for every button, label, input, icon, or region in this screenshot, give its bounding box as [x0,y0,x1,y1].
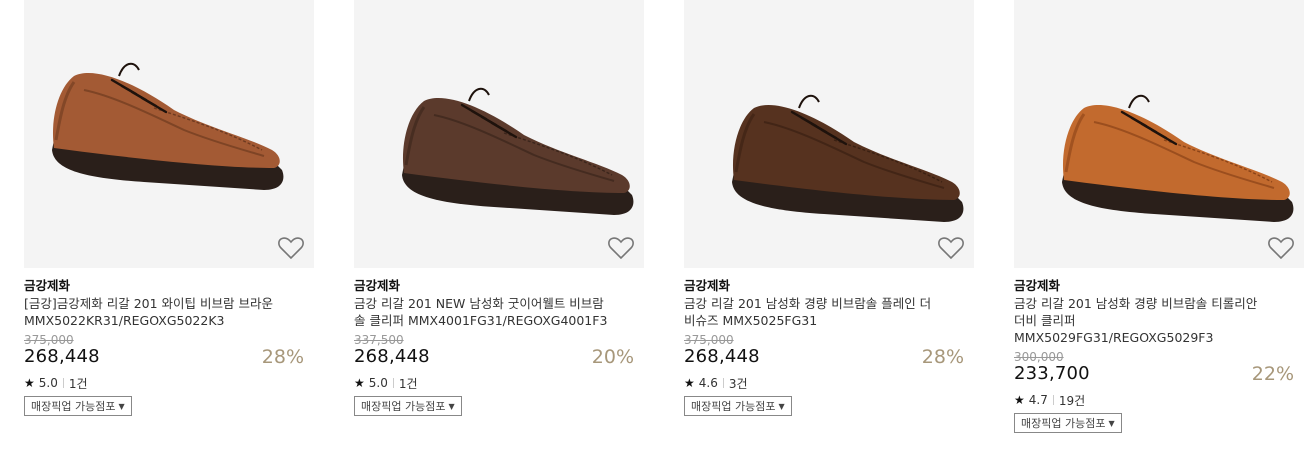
product-name-line: MMX5029FG31/REGOXG5029F3 [1014,330,1214,345]
product-name-line: 더비 클리퍼 [1014,313,1076,328]
product-card[interactable]: 금강제화 [금강]금강제화 리갈 201 와이팁 비브람 브라운 MMX5022… [24,0,314,416]
store-pickup-label: 매장픽업 가능점포 [691,400,776,413]
divider [392,378,394,388]
divider [62,378,64,388]
original-price: 375,000 [24,333,74,347]
price-block: 375,000 268,448 28% [24,333,314,367]
product-name-line: 금강 리갈 201 NEW 남성화 굿이어웰트 비브람 [354,296,604,311]
product-name-line: 솔 클리퍼 MMX4001FG31/REGOXG4001F3 [354,313,608,328]
original-price: 337,500 [354,333,404,347]
price-block: 337,500 268,448 20% [354,333,644,367]
rating-row: ★ 5.0 1건 [354,375,644,391]
original-price: 300,000 [1014,350,1064,364]
product-name-line: 금강 리갈 201 남성화 경량 비브람솔 플레인 더 [684,296,932,311]
product-name[interactable]: 금강 리갈 201 남성화 경량 비브람솔 플레인 더 비슈즈 MMX5025F… [684,295,974,329]
caret-down-icon: ▼ [118,401,125,411]
brand-name: 금강제화 [354,278,401,293]
caret-down-icon: ▼ [778,401,785,411]
star-icon: ★ [1014,393,1025,407]
discount-rate: 20% [591,346,634,368]
wishlist-heart-icon[interactable] [938,236,964,260]
review-count: 1건 [68,376,88,391]
store-pickup-dropdown[interactable]: 매장픽업 가능점포 ▼ [24,396,132,416]
rating-value: 5.0 [38,376,58,390]
divider [1052,395,1054,405]
discount-rate: 22% [1251,363,1294,385]
discount-rate: 28% [921,346,964,368]
product-name[interactable]: [금강]금강제화 리갈 201 와이팁 비브람 브라운 MMX5022KR31/… [24,295,314,329]
product-image[interactable] [354,0,644,268]
brand-name: 금강제화 [684,278,731,293]
rating-row: ★ 4.7 19건 [1014,392,1304,408]
product-image[interactable] [684,0,974,268]
price-block: 375,000 268,448 28% [684,333,974,367]
product-card[interactable]: 금강제화 금강 리갈 201 남성화 경량 비브람솔 플레인 더 비슈즈 MMX… [684,0,974,416]
store-pickup-dropdown[interactable]: 매장픽업 가능점포 ▼ [354,396,462,416]
star-icon: ★ [684,376,695,390]
product-name[interactable]: 금강 리갈 201 남성화 경량 비브람솔 티롤리안 더비 클리퍼 MMX502… [1014,295,1304,346]
product-card[interactable]: 금강제화 금강 리갈 201 NEW 남성화 굿이어웰트 비브람 솔 클리퍼 M… [354,0,644,416]
caret-down-icon: ▼ [448,401,455,411]
review-count: 1건 [398,376,418,391]
shoe-image [402,87,634,215]
product-name[interactable]: 금강 리갈 201 NEW 남성화 굿이어웰트 비브람 솔 클리퍼 MMX400… [354,295,644,329]
product-card[interactable]: 금강제화 금강 리갈 201 남성화 경량 비브람솔 티롤리안 더비 클리퍼 M… [1014,0,1304,433]
store-pickup-label: 매장픽업 가능점포 [31,400,116,413]
product-image[interactable] [1014,0,1304,268]
product-grid: 금강제화 [금강]금강제화 리갈 201 와이팁 비브람 브라운 MMX5022… [0,0,1308,453]
price-block: 300,000 233,700 22% [1014,350,1304,384]
store-pickup-label: 매장픽업 가능점포 [1021,417,1106,430]
brand-name: 금강제화 [24,278,71,293]
star-icon: ★ [24,376,35,390]
star-icon: ★ [354,376,365,390]
caret-down-icon: ▼ [1108,418,1115,428]
review-count: 19건 [1058,393,1086,408]
wishlist-heart-icon[interactable] [608,236,634,260]
rating-row: ★ 4.6 3건 [684,375,974,391]
rating-value: 4.6 [698,376,718,390]
product-name-line: 금강 리갈 201 남성화 경량 비브람솔 티롤리안 [1014,296,1258,311]
discount-rate: 28% [261,346,304,368]
product-name-line: MMX5022KR31/REGOXG5022K3 [24,313,225,328]
original-price: 375,000 [684,333,734,347]
brand-name: 금강제화 [1014,278,1061,293]
wishlist-heart-icon[interactable] [1268,236,1294,260]
divider [722,378,724,388]
shoe-image [52,62,284,190]
store-pickup-label: 매장픽업 가능점포 [361,400,446,413]
product-image[interactable] [24,0,314,268]
rating-row: ★ 5.0 1건 [24,375,314,391]
store-pickup-dropdown[interactable]: 매장픽업 가능점포 ▼ [1014,413,1122,433]
product-name-line: 비슈즈 MMX5025FG31 [684,313,818,328]
review-count: 3건 [728,376,748,391]
shoe-image [1062,94,1294,222]
product-name-line: [금강]금강제화 리갈 201 와이팁 비브람 브라운 [24,296,273,311]
rating-value: 5.0 [368,376,388,390]
rating-value: 4.7 [1028,393,1048,407]
shoe-image [732,94,964,222]
store-pickup-dropdown[interactable]: 매장픽업 가능점포 ▼ [684,396,792,416]
wishlist-heart-icon[interactable] [278,236,304,260]
